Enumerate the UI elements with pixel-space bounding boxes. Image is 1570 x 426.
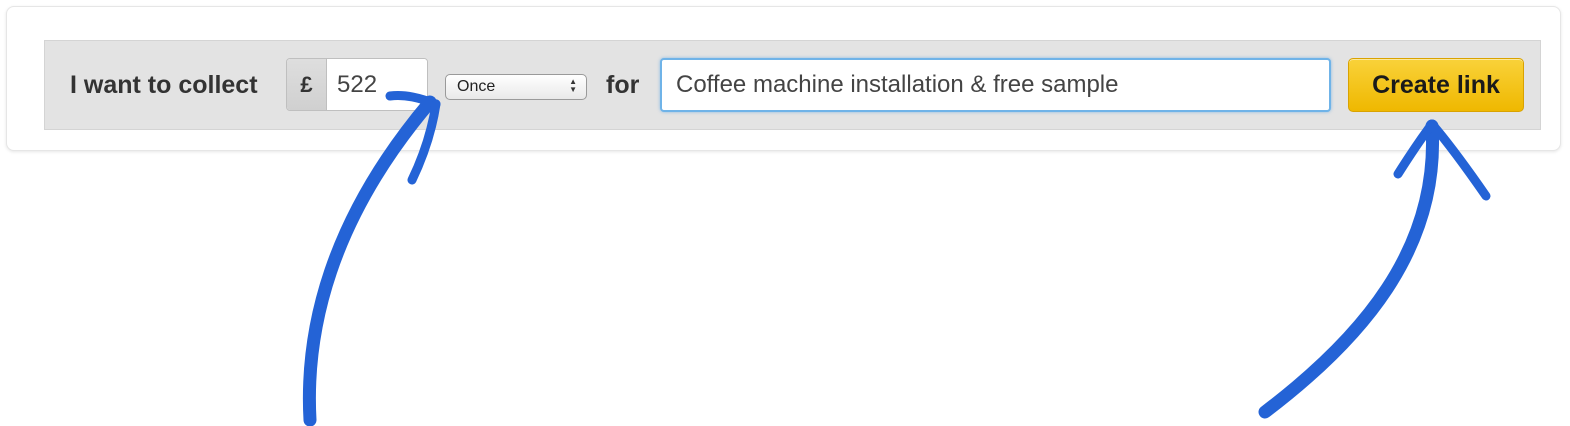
create-link-button[interactable]: Create link [1348,58,1524,112]
frequency-select[interactable]: Once ▲ ▼ [445,74,587,100]
collect-form-bar: I want to collect £ Once ▲▼ for Create l… [44,40,1541,130]
collect-label: I want to collect [70,71,258,99]
hand-drawn-arrow-icon [1258,119,1491,419]
for-label: for [606,71,640,99]
payment-link-card: I want to collect £ Once ▲▼ for Create l… [6,6,1561,151]
select-arrows-icon: ▲ ▼ [569,77,577,94]
currency-symbol: £ [287,59,327,110]
amount-field-group: £ [286,58,428,111]
amount-input[interactable] [327,59,427,110]
frequency-selected-value: Once [457,78,496,95]
description-input[interactable] [660,58,1331,112]
